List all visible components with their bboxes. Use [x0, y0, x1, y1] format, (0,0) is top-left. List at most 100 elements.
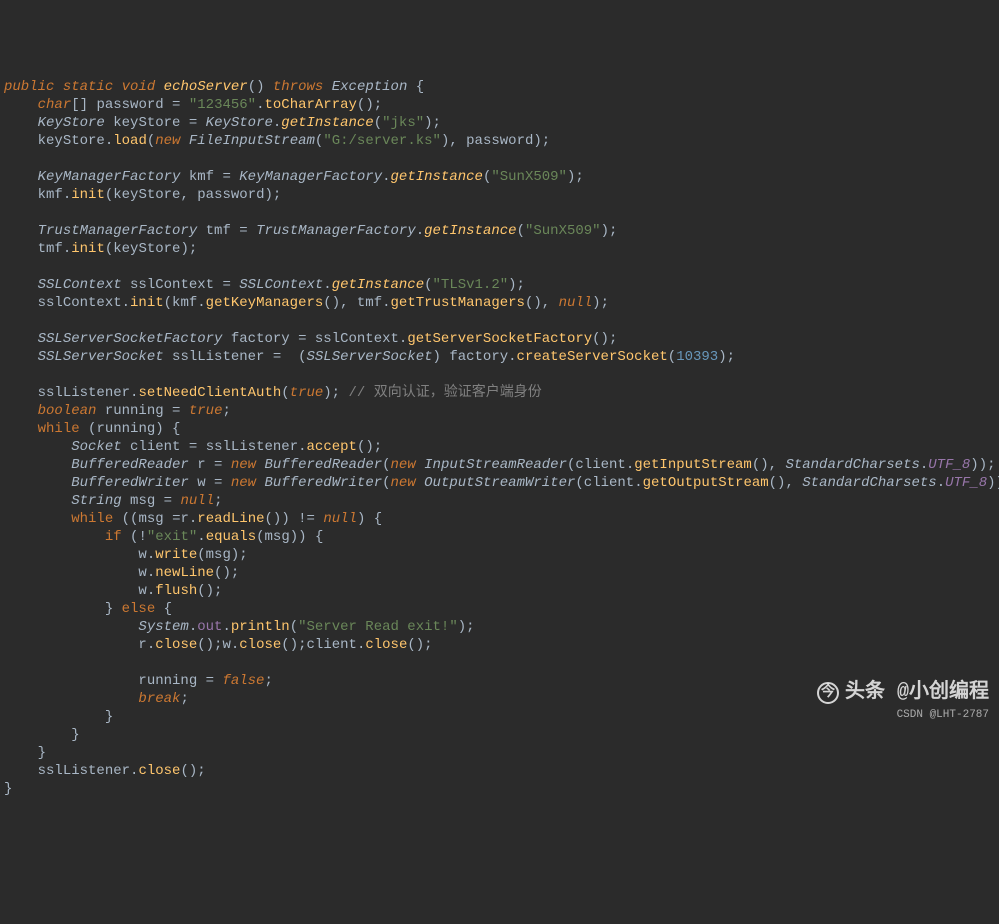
method-println: println	[231, 619, 290, 635]
method-getkeymanagers: getKeyManagers	[206, 295, 324, 311]
type-sslserversocket: SSLServerSocket	[38, 349, 164, 365]
type-system: System	[138, 619, 188, 635]
var-keystore: keyStore	[113, 241, 180, 257]
var-tmf: tmf	[206, 223, 231, 239]
keyword-null: null	[323, 511, 357, 527]
type-keystore: KeyStore	[38, 115, 105, 131]
var-ssllistener: sslListener	[206, 439, 298, 455]
method-getinstance: getInstance	[424, 223, 516, 239]
type-bufferedreader: BufferedReader	[265, 457, 383, 473]
var-keystore: keyStore	[38, 133, 105, 149]
keyword-else: else	[122, 601, 156, 617]
var-r: r	[197, 457, 205, 473]
type-keymanagerfactory: KeyManagerFactory	[38, 169, 181, 185]
method-write: write	[155, 547, 197, 563]
method-readline: readLine	[197, 511, 264, 527]
var-r: r	[138, 637, 146, 653]
keyword-break: break	[138, 691, 180, 707]
method-flush: flush	[155, 583, 197, 599]
string-literal: "exit"	[147, 529, 197, 545]
method-tochararray: toCharArray	[265, 97, 357, 113]
method-getoutputstream: getOutputStream	[643, 475, 769, 491]
var-running: running	[96, 421, 155, 437]
var-running: running	[105, 403, 164, 419]
var-tmf: tmf	[357, 295, 382, 311]
keyword-new: new	[391, 475, 416, 491]
method-close: close	[365, 637, 407, 653]
var-kmf: kmf	[172, 295, 197, 311]
string-literal: "SunX509"	[491, 169, 567, 185]
type-bufferedwriter: BufferedWriter	[71, 475, 189, 491]
method-setneedclientauth: setNeedClientAuth	[138, 385, 281, 401]
keyword-if: if	[105, 529, 122, 545]
method-close: close	[155, 637, 197, 653]
var-msg: msg	[130, 493, 155, 509]
method-close: close	[239, 637, 281, 653]
method-close: close	[138, 763, 180, 779]
type-sslserversocket: SSLServerSocket	[306, 349, 432, 365]
var-password: password	[96, 97, 163, 113]
keyword-while: while	[71, 511, 113, 527]
const-utf8: UTF_8	[945, 475, 987, 491]
method-getinputstream: getInputStream	[634, 457, 752, 473]
keyword-true: true	[290, 385, 324, 401]
keyword-public: public	[4, 79, 54, 95]
keyword-new: new	[155, 133, 180, 149]
var-ssllistener: sslListener	[38, 385, 130, 401]
method-load: load	[113, 133, 147, 149]
watermark-top-text: 头条 @小创编程	[845, 684, 989, 702]
type-bufferedwriter: BufferedWriter	[265, 475, 383, 491]
watermark: 今 头条 @小创编程 CSDN @LHT-2787	[817, 682, 989, 724]
var-sslcontext: sslContext	[38, 295, 122, 311]
var-sslcontext: sslContext	[315, 331, 399, 347]
keyword-static: static	[63, 79, 113, 95]
var-keystore: keyStore	[113, 115, 180, 131]
type-sslserversocketfactory: SSLServerSocketFactory	[38, 331, 223, 347]
var-msg: msg	[206, 547, 231, 563]
method-equals: equals	[206, 529, 256, 545]
keyword-new: new	[391, 457, 416, 473]
var-w: w	[197, 475, 205, 491]
var-w: w	[138, 583, 146, 599]
keyword-null: null	[180, 493, 214, 509]
type-standardcharsets: StandardCharsets	[785, 457, 919, 473]
var-r: r	[180, 511, 188, 527]
var-w: w	[138, 565, 146, 581]
var-kmf: kmf	[38, 187, 63, 203]
keyword-void: void	[122, 79, 156, 95]
type-standardcharsets: StandardCharsets	[802, 475, 936, 491]
var-factory: factory	[449, 349, 508, 365]
method-createserversocket: createServerSocket	[517, 349, 668, 365]
var-ssllistener: sslListener	[38, 763, 130, 779]
type-keymanagerfactory: KeyManagerFactory	[239, 169, 382, 185]
var-w: w	[222, 637, 230, 653]
var-msg: msg	[138, 511, 163, 527]
type-exception: Exception	[332, 79, 408, 95]
method-newline: newLine	[155, 565, 214, 581]
toutiao-icon: 今	[817, 682, 839, 704]
method-getserversocketfactory: getServerSocketFactory	[407, 331, 592, 347]
var-keystore: keyStore	[113, 187, 180, 203]
watermark-bottom: CSDN @LHT-2787	[817, 706, 989, 724]
method-getinstance: getInstance	[332, 277, 424, 293]
method-init: init	[130, 295, 164, 311]
type-sslcontext: SSLContext	[239, 277, 323, 293]
var-password: password	[197, 187, 264, 203]
type-trustmanagerfactory: TrustManagerFactory	[38, 223, 198, 239]
type-bufferedreader: BufferedReader	[71, 457, 189, 473]
type-outputstreamwriter: OutputStreamWriter	[424, 475, 575, 491]
const-utf8: UTF_8	[928, 457, 970, 473]
keyword-new: new	[231, 457, 256, 473]
method-name: echoServer	[164, 79, 248, 95]
field-out: out	[197, 619, 222, 635]
type-keystore: KeyStore	[206, 115, 273, 131]
keyword-true: true	[189, 403, 223, 419]
var-client: client	[584, 475, 634, 491]
var-kmf: kmf	[189, 169, 214, 185]
var-tmf: tmf	[38, 241, 63, 257]
method-getinstance: getInstance	[281, 115, 373, 131]
var-client: client	[130, 439, 180, 455]
method-getinstance: getInstance	[391, 169, 483, 185]
var-client: client	[575, 457, 625, 473]
keyword-false: false	[222, 673, 264, 689]
